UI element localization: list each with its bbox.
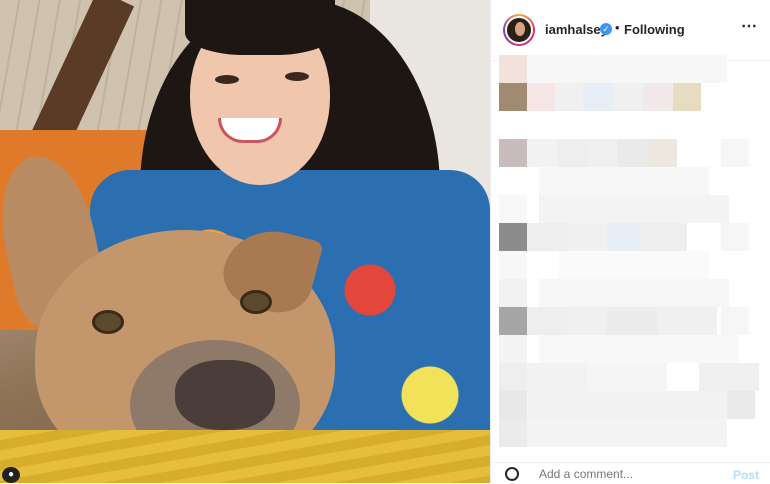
dog-eye-right — [240, 290, 272, 314]
story-ring[interactable] — [503, 14, 535, 46]
blur-block — [499, 391, 527, 419]
pixelated-comments — [499, 55, 761, 450]
blur-block — [527, 363, 587, 391]
blur-block — [527, 419, 727, 447]
blur-block — [527, 55, 727, 83]
avatar-face — [515, 22, 525, 36]
blur-block — [527, 223, 567, 251]
following-button[interactable]: Following — [624, 22, 685, 37]
username-link[interactable]: iamhalsey — [545, 22, 608, 37]
blur-block — [499, 335, 527, 363]
blur-block — [499, 55, 527, 83]
blur-block — [527, 307, 567, 335]
blur-block — [499, 111, 759, 139]
blur-block — [637, 223, 687, 251]
blur-block — [699, 363, 759, 391]
blur-block — [673, 83, 701, 111]
blur-block — [643, 83, 673, 111]
blur-block — [499, 195, 527, 223]
avatar[interactable] — [505, 16, 533, 44]
blur-block — [539, 335, 739, 363]
photo-eye-right — [285, 72, 309, 81]
blur-block — [567, 307, 607, 335]
blur-block — [657, 307, 717, 335]
post-side-panel: iamhalsey ✓ • Following ⋯ Post — [490, 0, 770, 483]
blur-block — [539, 279, 729, 307]
blur-block — [527, 83, 555, 111]
instagram-post: ● iamhalsey ✓ • Following ⋯ Post — [0, 0, 770, 483]
blur-block — [539, 167, 709, 195]
blur-block — [567, 223, 607, 251]
separator-dot: • — [615, 20, 620, 35]
dog-eye-left — [92, 310, 124, 334]
blur-block — [587, 363, 667, 391]
blur-block — [727, 391, 755, 419]
blur-block — [555, 83, 583, 111]
blur-block — [583, 83, 613, 111]
blur-block — [499, 139, 527, 167]
photo-blanket — [0, 430, 490, 483]
emoji-icon[interactable] — [505, 467, 519, 481]
blur-block — [721, 307, 749, 335]
blur-block — [499, 223, 527, 251]
blur-block — [499, 419, 527, 447]
verified-badge-icon: ✓ — [600, 23, 612, 35]
tag-icon[interactable]: ● — [2, 467, 20, 483]
photo-bangs — [185, 0, 335, 55]
blur-block — [607, 223, 637, 251]
blur-block — [559, 251, 709, 279]
comment-input[interactable] — [539, 466, 719, 482]
blur-block — [539, 195, 729, 223]
blur-block — [499, 363, 527, 391]
blur-block — [617, 139, 647, 167]
blur-block — [499, 307, 527, 335]
more-options-icon[interactable]: ⋯ — [741, 16, 758, 36]
dog-nose — [175, 360, 275, 430]
blur-block — [527, 391, 727, 419]
blur-block — [721, 139, 749, 167]
blur-block — [557, 139, 587, 167]
blur-block — [647, 139, 677, 167]
blur-block — [613, 83, 643, 111]
blur-block — [527, 139, 557, 167]
blur-block — [607, 307, 657, 335]
blur-block — [721, 223, 749, 251]
post-photo[interactable]: ● — [0, 0, 490, 483]
photo-eye-left — [215, 75, 239, 84]
comment-bar: Post — [491, 462, 770, 484]
post-header: iamhalsey ✓ • Following ⋯ — [491, 0, 770, 61]
post-button[interactable]: Post — [733, 468, 759, 482]
blur-block — [499, 83, 527, 111]
blur-block — [499, 251, 527, 279]
blur-block — [499, 279, 527, 307]
blur-block — [587, 139, 617, 167]
